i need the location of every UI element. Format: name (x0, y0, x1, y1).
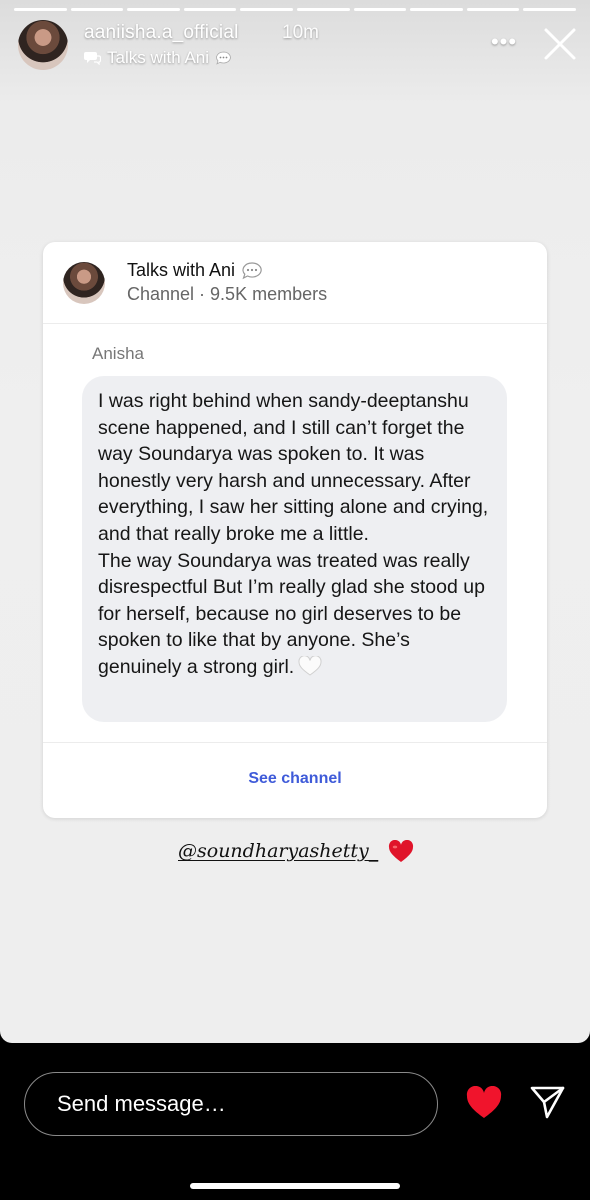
progress-segment (14, 8, 67, 11)
progress-segment (183, 8, 237, 11)
broadcast-icon (84, 52, 101, 65)
home-indicator (190, 1183, 400, 1189)
avatar[interactable] (18, 20, 68, 70)
progress-segment (70, 8, 124, 11)
story-viewer[interactable]: aaniisha.a_official 10m Talks with Ani •… (0, 0, 590, 1043)
story-reply-bar: Send message… (0, 1043, 590, 1200)
channel-meta: Channel · 9.5K members (127, 284, 328, 304)
send-icon[interactable] (528, 1083, 566, 1121)
red-heart-icon (388, 840, 414, 862)
channel-title: Talks with Ani (127, 260, 263, 281)
progress-segment (127, 8, 180, 11)
speech-bubble-icon (216, 51, 231, 65)
card-header: Talks with Ani Channel · 9.5K members (43, 242, 547, 324)
story-username[interactable]: aaniisha.a_official (84, 22, 239, 44)
message-text: I was right behind when sandy-deeptanshu… (98, 390, 489, 545)
story-timestamp: 10m (282, 22, 319, 43)
message-text-2: The way Soundarya was treated was really… (98, 549, 485, 678)
progress-segment (240, 8, 293, 11)
heart-icon[interactable] (465, 1086, 503, 1120)
story-channel-link[interactable]: Talks with Ani (84, 48, 232, 68)
see-channel-button[interactable]: See channel (43, 770, 547, 788)
message-bubble: I was right behind when sandy-deeptanshu… (82, 376, 507, 722)
message-text: The way Soundarya was treated was really… (98, 548, 493, 681)
divider (43, 742, 547, 743)
story-progress-bar (14, 8, 576, 11)
story-header: aaniisha.a_official 10m Talks with Ani •… (18, 20, 578, 72)
message-sender: Anisha (92, 344, 144, 363)
progress-segment (296, 8, 350, 11)
channel-title-text: Talks with Ani (127, 260, 236, 280)
progress-segment (410, 8, 463, 11)
white-heart-icon (298, 655, 322, 676)
speech-bubble-icon (242, 261, 262, 279)
progress-segment (466, 8, 520, 11)
story-channel-name: Talks with Ani (107, 48, 210, 67)
progress-segment (353, 8, 407, 11)
progress-segment (523, 8, 576, 11)
send-message-input[interactable]: Send message… (24, 1072, 438, 1136)
close-icon[interactable] (542, 26, 578, 62)
more-options-button[interactable]: ••• (486, 31, 522, 56)
mention-sticker[interactable]: @soundharyashetty_ (178, 840, 378, 862)
channel-share-card[interactable]: Talks with Ani Channel · 9.5K members An… (43, 242, 547, 818)
channel-avatar (63, 262, 105, 304)
